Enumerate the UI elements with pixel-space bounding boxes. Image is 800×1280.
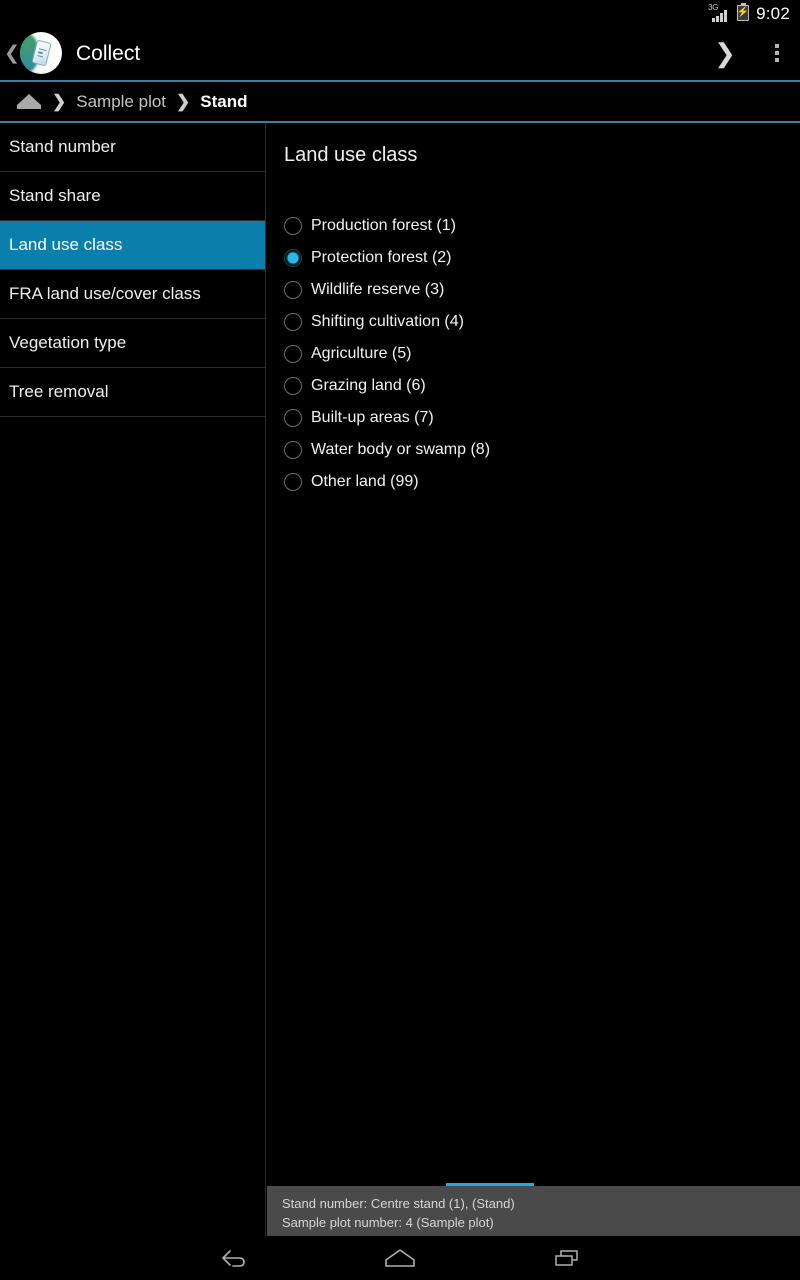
radio-option-label: Shifting cultivation (4)	[311, 313, 464, 330]
radio-button-icon[interactable]	[284, 217, 302, 235]
sidebar-item-vegetation-type[interactable]: Vegetation type	[0, 319, 265, 368]
collect-app-logo-icon[interactable]	[20, 32, 62, 74]
nav-home-icon[interactable]	[377, 1243, 423, 1273]
radio-option-other-land[interactable]: Other land (99)	[284, 466, 800, 498]
radio-option-protection-forest[interactable]: Protection forest (2)	[284, 242, 800, 274]
logo-device-glyph	[30, 39, 52, 67]
radio-option-wildlife-reserve[interactable]: Wildlife reserve (3)	[284, 274, 800, 306]
breadcrumb-item-sample-plot[interactable]: Sample plot	[76, 93, 166, 110]
radio-option-label: Wildlife reserve (3)	[311, 281, 445, 298]
radio-option-label: Other land (99)	[311, 473, 419, 490]
radio-option-production-forest[interactable]: Production forest (1)	[284, 210, 800, 242]
radio-button-icon[interactable]	[284, 441, 302, 459]
page-title: Land use class	[284, 144, 418, 166]
toast-line-stand-number: Stand number: Centre stand (1), (Stand)	[282, 1196, 515, 1211]
radio-option-agriculture[interactable]: Agriculture (5)	[284, 338, 800, 370]
sidebar-item-label: Stand share	[9, 186, 101, 205]
radio-option-label: Protection forest (2)	[311, 249, 452, 266]
sidebar-item-label: Vegetation type	[9, 333, 127, 352]
nav-back-icon[interactable]	[210, 1243, 256, 1273]
radio-option-label: Water body or swamp (8)	[311, 441, 491, 458]
app-bar: ❮ Collect ❯	[0, 26, 800, 80]
sidebar-item-label: FRA land use/cover class	[9, 284, 201, 303]
radio-option-shifting-cultivation[interactable]: Shifting cultivation (4)	[284, 306, 800, 338]
radio-button-icon[interactable]	[284, 409, 302, 427]
charging-bolt-icon: ⚡	[736, 7, 750, 18]
land-use-class-radio-group: Production forest (1) Protection forest …	[284, 210, 800, 498]
radio-option-label: Production forest (1)	[311, 217, 456, 234]
radio-button-icon[interactable]	[284, 377, 302, 395]
battery-charging-icon: ⚡	[736, 3, 750, 21]
breadcrumb: ❯ Sample plot ❯ Stand	[0, 82, 800, 121]
breadcrumb-separator: ❯	[52, 92, 67, 111]
radio-option-label: Grazing land (6)	[311, 377, 426, 394]
radio-option-label: Built-up areas (7)	[311, 409, 434, 426]
toast-panel[interactable]: Stand number: Centre stand (1), (Stand) …	[267, 1186, 800, 1236]
nav-recents-icon[interactable]	[544, 1243, 590, 1273]
sidebar-item-label: Stand number	[9, 137, 116, 156]
app-bar-actions: ❯	[696, 26, 800, 80]
signal-bars-icon: 3G	[708, 2, 730, 22]
toast-line-sample-plot-number: Sample plot number: 4 (Sample plot)	[282, 1215, 494, 1230]
home-icon[interactable]	[16, 93, 42, 110]
status-toast: Stand number: Centre stand (1), (Stand) …	[267, 1183, 800, 1236]
attribute-sidebar: Stand number Stand share Land use class …	[0, 123, 266, 1236]
sidebar-item-tree-removal[interactable]: Tree removal	[0, 368, 265, 417]
sidebar-item-stand-number[interactable]: Stand number	[0, 123, 265, 172]
radio-option-built-up-areas[interactable]: Built-up areas (7)	[284, 402, 800, 434]
radio-option-grazing-land[interactable]: Grazing land (6)	[284, 370, 800, 402]
sidebar-item-label: Land use class	[9, 235, 123, 254]
radio-button-icon[interactable]	[284, 345, 302, 363]
sidebar-item-fra-land-use-cover-class[interactable]: FRA land use/cover class	[0, 270, 265, 319]
network-type-label: 3G	[708, 2, 719, 12]
status-bar-right-cluster: 3G ⚡ 9:02	[708, 2, 790, 23]
radio-button-icon[interactable]	[284, 281, 302, 299]
sidebar-item-stand-share[interactable]: Stand share	[0, 172, 265, 221]
status-bar-clock: 9:02	[756, 3, 790, 23]
breadcrumb-item-stand: Stand	[200, 92, 248, 111]
radio-option-label: Agriculture (5)	[311, 345, 412, 362]
overflow-menu-icon[interactable]	[754, 44, 800, 62]
device-screen: 3G ⚡ 9:02 ❮ Collect ❯ ❯ Sample plot ❯ St…	[0, 0, 800, 1280]
attribute-detail-panel: Land use class Production forest (1) Pro…	[266, 123, 800, 1236]
app-title: Collect	[76, 41, 141, 65]
radio-option-water-body-or-swamp[interactable]: Water body or swamp (8)	[284, 434, 800, 466]
radio-button-icon[interactable]	[284, 313, 302, 331]
radio-button-icon[interactable]	[284, 473, 302, 491]
forward-chevron-icon[interactable]: ❯	[696, 40, 754, 66]
body-area: Stand number Stand share Land use class …	[0, 123, 800, 1236]
system-status-bar: 3G ⚡ 9:02	[0, 0, 800, 26]
back-chevron-icon[interactable]: ❮	[4, 44, 20, 63]
sidebar-item-label: Tree removal	[9, 382, 109, 401]
system-navigation-bar	[0, 1236, 800, 1280]
sidebar-item-land-use-class[interactable]: Land use class	[0, 221, 265, 270]
breadcrumb-separator: ❯	[176, 92, 191, 111]
radio-button-selected-icon[interactable]	[284, 249, 302, 267]
